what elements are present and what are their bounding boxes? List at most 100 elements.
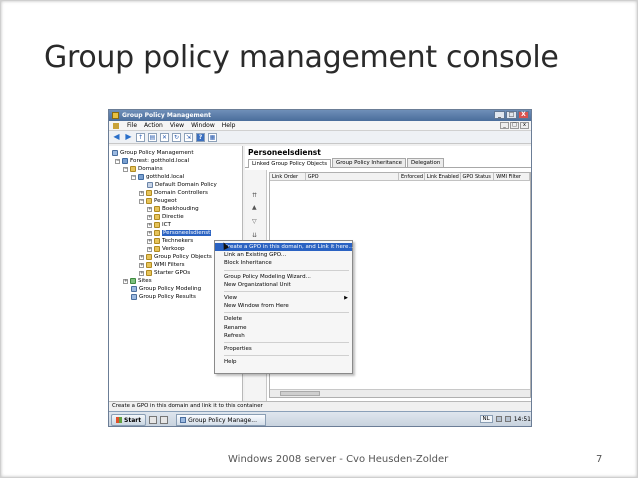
maximize-button[interactable]: □: [506, 111, 517, 119]
mdi-document-icon[interactable]: [113, 122, 119, 129]
tree-item-boekhouding[interactable]: + Boekhouding: [147, 205, 199, 213]
ou-icon: [154, 206, 160, 212]
menu-file[interactable]: File: [127, 122, 137, 129]
up-folder-icon[interactable]: ↑: [136, 132, 145, 142]
tree-item-domain[interactable]: − gotthold.local: [131, 173, 184, 181]
column-link-order[interactable]: Link Order: [270, 173, 306, 180]
tree-item-default-domain-policy[interactable]: Default Domain Policy: [147, 181, 217, 189]
start-button[interactable]: Start: [111, 414, 147, 426]
menu-action[interactable]: Action: [144, 122, 163, 129]
expand-icon[interactable]: +: [147, 246, 152, 252]
close-button[interactable]: X: [518, 111, 529, 119]
expand-icon[interactable]: +: [147, 238, 152, 244]
window-controls: _ □ X: [494, 111, 529, 119]
help-icon[interactable]: ?: [196, 132, 205, 142]
sites-icon: [130, 278, 136, 284]
menu-item-modeling-wizard[interactable]: Group Policy Modeling Wizard...: [215, 273, 352, 281]
ou-icon: [154, 230, 160, 236]
column-wmi-filter[interactable]: WMI Filter: [494, 173, 531, 180]
volume-icon[interactable]: [504, 416, 511, 422]
tree-item-starter-gpos[interactable]: + Starter GPOs: [139, 269, 190, 277]
menu-item-refresh[interactable]: Refresh: [215, 332, 352, 340]
properties-icon[interactable]: ▦: [208, 132, 217, 142]
gpo-link-icon: [147, 182, 153, 188]
column-gpo-status[interactable]: GPO Status: [461, 173, 495, 180]
tab-gp-inheritance[interactable]: Group Policy Inheritance: [332, 158, 406, 167]
tree-item-verkoop[interactable]: + Verkoop: [147, 245, 185, 253]
back-arrow-icon[interactable]: ◀: [112, 132, 121, 142]
tree-item-wmi-filters[interactable]: + WMI Filters: [139, 261, 185, 269]
tree-item-domain-controllers[interactable]: + Domain Controllers: [139, 189, 208, 197]
tree-item-gp-results[interactable]: Group Policy Results: [131, 293, 196, 301]
tree-item-domains[interactable]: − Domains: [123, 165, 163, 173]
refresh-icon[interactable]: ↻: [172, 132, 181, 142]
mdi-close-button[interactable]: x: [520, 122, 529, 129]
horizontal-scrollbar[interactable]: [270, 389, 530, 397]
tab-delegation[interactable]: Delegation: [406, 158, 445, 167]
menu-item-block-inheritance[interactable]: Block Inheritance: [215, 259, 352, 267]
quicklaunch-powershell-icon[interactable]: [160, 416, 169, 424]
expand-icon[interactable]: +: [139, 262, 144, 268]
move-up-icon[interactable]: ▲: [252, 204, 257, 211]
results-icon: [131, 294, 137, 300]
ou-icon: [146, 190, 152, 196]
menu-item-new-window[interactable]: New Window from Here: [215, 302, 352, 310]
expand-icon[interactable]: +: [139, 254, 144, 260]
move-down-icon[interactable]: ▽: [252, 218, 257, 225]
mdi-restore-button[interactable]: □: [510, 122, 519, 129]
tree-item-peugeot[interactable]: − Peugeot: [139, 197, 177, 205]
language-indicator[interactable]: NL: [479, 415, 493, 423]
menu-item-help[interactable]: Help: [215, 358, 352, 366]
menu-item-view[interactable]: View ▶: [215, 294, 352, 302]
tree-item-technekers[interactable]: + Technekers: [147, 237, 193, 245]
move-top-icon[interactable]: ⇈: [252, 192, 257, 199]
collapse-icon[interactable]: −: [123, 166, 128, 172]
expand-icon[interactable]: +: [139, 190, 144, 196]
quicklaunch-server-manager-icon[interactable]: [149, 416, 158, 424]
menu-item-new-ou[interactable]: New Organizational Unit: [215, 281, 352, 289]
tree-item-sites[interactable]: + Sites: [123, 277, 152, 285]
delete-icon[interactable]: ✕: [160, 132, 169, 142]
move-bottom-icon[interactable]: ⇊: [252, 232, 257, 239]
scrollbar-thumb[interactable]: [280, 391, 320, 396]
tab-linked-gpos[interactable]: Linked Group Policy Objects: [248, 159, 332, 168]
collapse-icon[interactable]: −: [131, 174, 136, 180]
menu-view[interactable]: View: [170, 122, 184, 129]
minimize-button[interactable]: _: [494, 111, 505, 119]
expand-icon[interactable]: +: [139, 270, 144, 276]
ou-icon: [146, 198, 152, 204]
column-link-enabled[interactable]: Link Enabled: [425, 173, 461, 180]
expand-icon[interactable]: +: [123, 278, 128, 284]
clock[interactable]: 14:51: [514, 416, 531, 423]
menu-window[interactable]: Window: [191, 122, 215, 129]
tree-item-gp-modeling[interactable]: Group Policy Modeling: [131, 285, 201, 293]
column-gpo[interactable]: GPO: [306, 173, 399, 180]
show-hide-tree-icon[interactable]: ▤: [148, 132, 157, 142]
collapse-icon[interactable]: −: [115, 158, 120, 164]
expand-icon[interactable]: +: [147, 206, 152, 212]
window-titlebar[interactable]: Group Policy Management _ □ X: [109, 110, 531, 121]
tree-item-personeelsdienst[interactable]: + Personeelsdienst: [147, 229, 212, 237]
menu-item-properties[interactable]: Properties: [215, 345, 352, 353]
gpmc-app-icon: [112, 112, 119, 119]
tree-item-forest[interactable]: − Forest: gotthold.local: [115, 157, 189, 165]
tree-item-ict[interactable]: + ICT: [147, 221, 171, 229]
column-enforced[interactable]: Enforced: [399, 173, 425, 180]
taskbar-button-gpmc[interactable]: Group Policy Manage...: [176, 414, 267, 426]
tree-item-directie[interactable]: + Directie: [147, 213, 184, 221]
tree-item-group-policy-objects[interactable]: + Group Policy Objects: [139, 253, 212, 261]
menu-item-link-existing-gpo[interactable]: Link an Existing GPO...: [215, 251, 352, 259]
forward-arrow-icon[interactable]: ▶: [124, 132, 133, 142]
menu-help[interactable]: Help: [222, 122, 236, 129]
expand-icon[interactable]: +: [147, 214, 152, 220]
menu-item-rename[interactable]: Rename: [215, 324, 352, 332]
menu-item-delete[interactable]: Delete: [215, 315, 352, 323]
menu-item-create-gpo-and-link[interactable]: Create a GPO in this domain, and Link it…: [215, 243, 354, 252]
expand-icon[interactable]: +: [147, 230, 152, 236]
tree-item-gpm-root[interactable]: Group Policy Management: [112, 149, 194, 157]
network-icon[interactable]: [495, 416, 502, 422]
expand-icon[interactable]: +: [147, 222, 152, 228]
collapse-icon[interactable]: −: [139, 198, 144, 204]
mdi-minimize-button[interactable]: _: [500, 122, 509, 129]
export-list-icon[interactable]: ⇲: [184, 132, 193, 142]
